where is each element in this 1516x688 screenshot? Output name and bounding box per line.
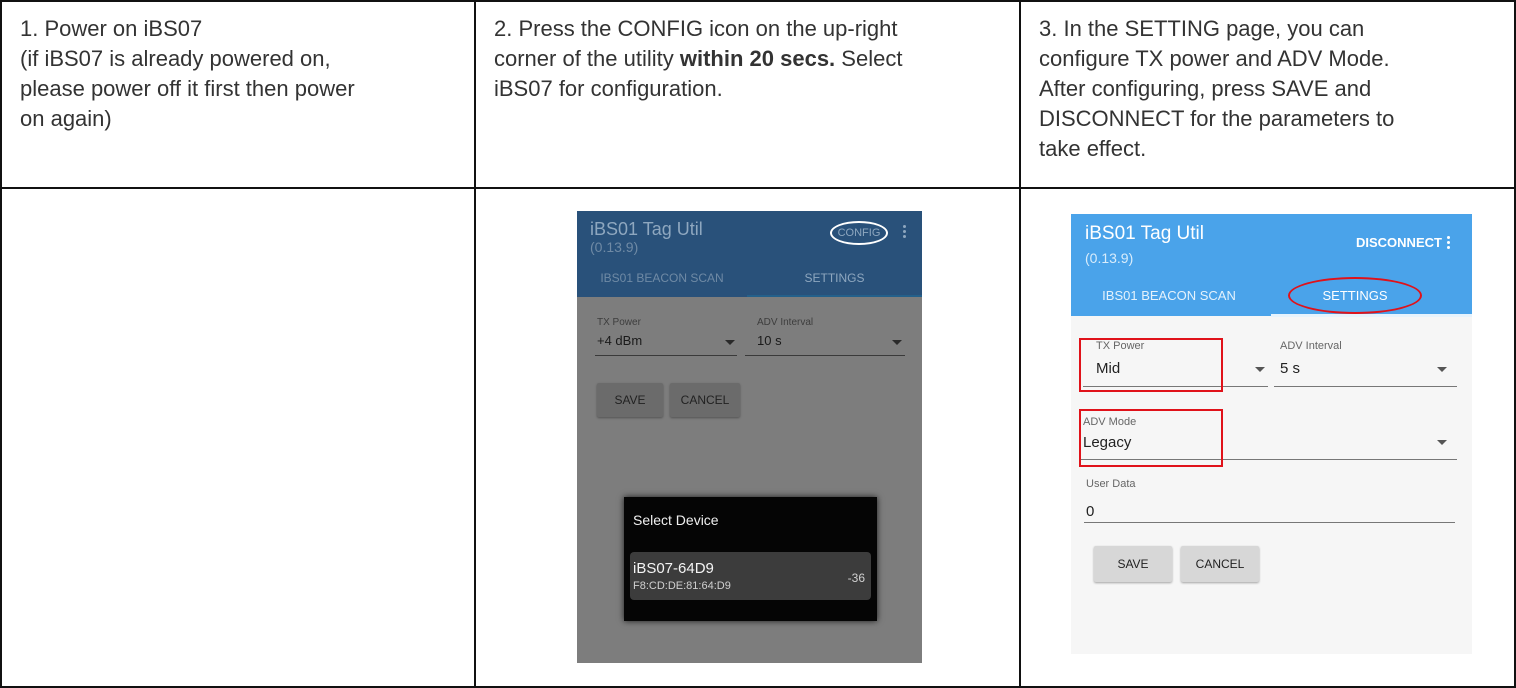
app-version: (0.13.9) [590,239,639,255]
cancel-button[interactable]: CANCEL [1181,546,1259,582]
adv-interval-underline [745,355,905,356]
chevron-down-icon[interactable] [725,340,735,345]
overflow-menu-icon[interactable] [903,225,907,240]
tx-power-label: TX Power [597,317,641,328]
step-1-line: 1. Power on iBS07 [20,16,203,41]
step-2-line: 2. Press the CONFIG icon on the up-right [494,16,898,41]
user-data-value[interactable]: 0 [1086,503,1094,520]
device-name: iBS07-64D9 [633,560,714,577]
save-button[interactable]: SAVE [597,383,663,417]
user-data-underline [1084,522,1455,523]
step-2-text: 2. Press the CONFIG icon on the up-right… [494,14,1009,104]
config-screenshot: iBS01 Tag Util (0.13.9) CONFIG IBS01 BEA… [577,211,922,663]
tab-settings[interactable]: SETTINGS [1288,277,1422,314]
table-border-top [0,0,1516,2]
app-version: (0.13.9) [1085,250,1134,266]
step-3-text: 3. In the SETTING page, you can configur… [1039,14,1504,164]
step-1-text: 1. Power on iBS07 (if iBS07 is already p… [20,14,460,134]
app-title: iBS01 Tag Util [1085,223,1204,244]
app-title: iBS01 Tag Util [590,219,703,239]
tx-power-underline [595,355,737,356]
config-label: CONFIG [837,227,881,239]
overflow-menu-icon[interactable] [1447,236,1451,251]
chevron-down-icon[interactable] [1437,367,1447,372]
chevron-down-icon[interactable] [1255,367,1265,372]
device-rssi: -36 [847,571,865,585]
tab-beacon-scan[interactable]: IBS01 BEACON SCAN [1071,288,1267,303]
step-1-line: (if iBS07 is already powered on, [20,46,331,71]
adv-interval-value[interactable]: 10 s [757,333,782,348]
adv-interval-value[interactable]: 5 s [1280,360,1300,377]
user-data-label: User Data [1086,478,1136,490]
tx-power-value[interactable]: +4 dBm [597,333,642,348]
device-list-item[interactable]: iBS07-64D9 F8:CD:DE:81:64:D9 -36 [630,552,871,600]
save-button[interactable]: SAVE [1094,546,1172,582]
table-border-col2 [1019,0,1021,688]
table-border-col1 [474,0,476,688]
step-3-line: 3. In the SETTING page, you can [1039,16,1365,41]
tx-power-highlight [1079,338,1223,392]
step-3-line: take effect. [1039,136,1147,161]
step-2-line: iBS07 for configuration. [494,76,723,101]
settings-screenshot: iBS01 Tag Util (0.13.9) DISCONNECT IBS01… [1071,214,1472,654]
adv-interval-label: ADV Interval [757,317,814,328]
tab-indicator [1271,314,1472,317]
step-2-emphasis: within 20 secs. [679,46,836,71]
config-button[interactable]: CONFIG [830,221,888,245]
step-2-text-part: Select [835,46,903,71]
adv-interval-label: ADV Interval [1280,340,1342,352]
adv-interval-underline [1274,386,1457,387]
chevron-down-icon[interactable] [1437,440,1447,445]
step-2-line: corner of the utility within 20 secs. Se… [494,44,1009,74]
cancel-button[interactable]: CANCEL [670,383,740,417]
step-2-text-part: corner of the utility [494,46,680,71]
table-border-middle [0,187,1516,189]
device-mac: F8:CD:DE:81:64:D9 [633,580,731,592]
disconnect-button[interactable]: DISCONNECT [1356,235,1442,250]
step-3-line: configure TX power and ADV Mode. [1039,46,1390,71]
adv-mode-highlight [1079,409,1223,467]
chevron-down-icon[interactable] [892,340,902,345]
tab-indicator [747,295,922,297]
step-3-line: After configuring, press SAVE and [1039,76,1372,101]
table-border-left [0,0,2,688]
tab-beacon-scan[interactable]: IBS01 BEACON SCAN [577,271,747,285]
step-1-line: on again) [20,106,112,131]
dialog-title: Select Device [633,512,719,528]
instruction-table: 1. Power on iBS07 (if iBS07 is already p… [0,0,1516,688]
tab-settings[interactable]: SETTINGS [747,271,922,285]
select-device-dialog: Select Device iBS07-64D9 F8:CD:DE:81:64:… [624,497,877,621]
step-3-line: DISCONNECT for the parameters to [1039,106,1395,131]
tab-settings-label: SETTINGS [1322,288,1388,303]
step-1-line: please power off it first then power [20,76,355,101]
